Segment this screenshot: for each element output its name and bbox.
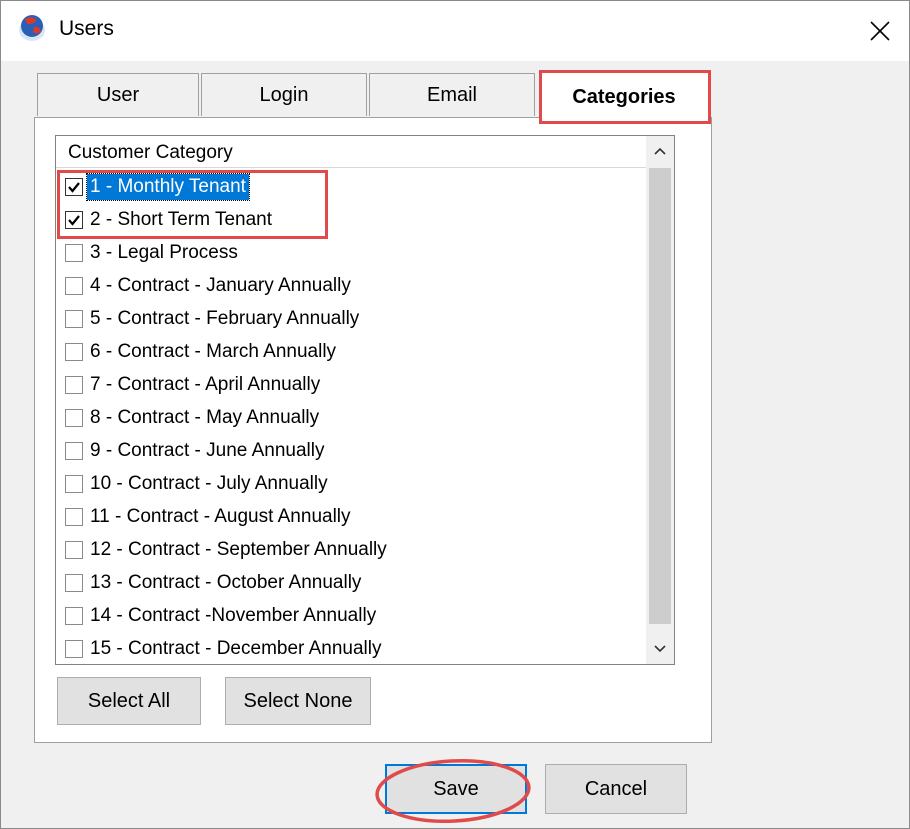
category-label: 12 - Contract - September Annually xyxy=(90,538,387,560)
tab-email[interactable]: Email xyxy=(369,73,535,116)
category-label: 3 - Legal Process xyxy=(90,241,238,263)
list-item[interactable]: 15 - Contract - December Annually xyxy=(56,632,646,664)
tab-user-label: User xyxy=(96,83,140,106)
users-dialog: Users User Login Email Categories Custom… xyxy=(0,0,910,829)
list-header: Customer Category xyxy=(56,136,646,168)
list-item[interactable]: 14 - Contract -November Annually xyxy=(56,599,646,632)
app-globe-icon xyxy=(19,15,45,41)
category-checkbox[interactable] xyxy=(65,342,83,361)
category-label: 5 - Contract - February Annually xyxy=(90,307,360,329)
category-label: 11 - Contract - August Annually xyxy=(90,505,351,527)
category-checkbox[interactable] xyxy=(65,276,83,295)
scroll-thumb[interactable] xyxy=(649,168,671,624)
list-item[interactable]: 4 - Contract - January Annually xyxy=(56,269,646,302)
vertical-scrollbar[interactable] xyxy=(646,136,674,664)
list-item[interactable]: 5 - Contract - February Annually xyxy=(56,302,646,335)
category-checkbox[interactable] xyxy=(65,540,83,559)
category-label: 6 - Contract - March Annually xyxy=(90,340,337,362)
tab-user[interactable]: User xyxy=(37,73,199,116)
list-rows: 1 - Monthly Tenant 2 - Short Term Tenant 3… xyxy=(56,170,646,664)
list-item[interactable]: 10 - Contract - July Annually xyxy=(56,467,646,500)
close-button[interactable] xyxy=(851,1,909,61)
category-label: 8 - Contract - May Annually xyxy=(90,406,320,428)
save-button-circle-annotation xyxy=(375,759,531,823)
tab-email-label: Email xyxy=(426,83,477,106)
checked-items-highlight xyxy=(57,170,328,239)
list-item[interactable]: 6 - Contract - March Annually xyxy=(56,335,646,368)
list-item[interactable]: 7 - Contract - April Annually xyxy=(56,368,646,401)
category-label: 4 - Contract - January Annually xyxy=(90,274,351,296)
category-checkbox[interactable] xyxy=(65,639,83,658)
category-label: 9 - Contract - June Annually xyxy=(90,439,325,461)
title-bar: Users xyxy=(1,1,909,61)
chevron-up-icon xyxy=(654,147,666,155)
category-checkbox[interactable] xyxy=(65,507,83,526)
category-checkbox[interactable] xyxy=(65,606,83,625)
category-checkbox[interactable] xyxy=(65,441,83,460)
category-label: 15 - Contract - December Annually xyxy=(90,637,382,659)
select-all-button[interactable]: Select All xyxy=(57,677,201,725)
list-item[interactable]: 8 - Contract - May Annually xyxy=(56,401,646,434)
tab-login[interactable]: Login xyxy=(201,73,367,116)
scroll-down-button[interactable] xyxy=(646,634,674,664)
category-label: 14 - Contract -November Annually xyxy=(90,604,377,626)
category-checkbox[interactable] xyxy=(65,375,83,394)
cancel-button[interactable]: Cancel xyxy=(545,764,687,814)
category-label: 7 - Contract - April Annually xyxy=(90,373,321,395)
category-checkbox[interactable] xyxy=(65,243,83,262)
list-item[interactable]: 3 - Legal Process xyxy=(56,236,646,269)
window-title: Users xyxy=(59,17,114,40)
category-checkbox[interactable] xyxy=(65,309,83,328)
scroll-up-button[interactable] xyxy=(646,136,674,166)
category-checkbox[interactable] xyxy=(65,408,83,427)
categories-tab-highlight xyxy=(539,70,711,124)
list-item[interactable]: 11 - Contract - August Annually xyxy=(56,500,646,533)
select-none-button[interactable]: Select None xyxy=(225,677,371,725)
chevron-down-icon xyxy=(654,645,666,653)
category-label: 10 - Contract - July Annually xyxy=(90,472,328,494)
list-item[interactable]: 9 - Contract - June Annually xyxy=(56,434,646,467)
close-icon xyxy=(870,21,890,41)
list-item[interactable]: 12 - Contract - September Annually xyxy=(56,533,646,566)
category-label: 13 - Contract - October Annually xyxy=(90,571,362,593)
category-checkbox[interactable] xyxy=(65,573,83,592)
tab-login-label: Login xyxy=(259,83,309,106)
category-checkbox[interactable] xyxy=(65,474,83,493)
list-item[interactable]: 13 - Contract - October Annually xyxy=(56,566,646,599)
